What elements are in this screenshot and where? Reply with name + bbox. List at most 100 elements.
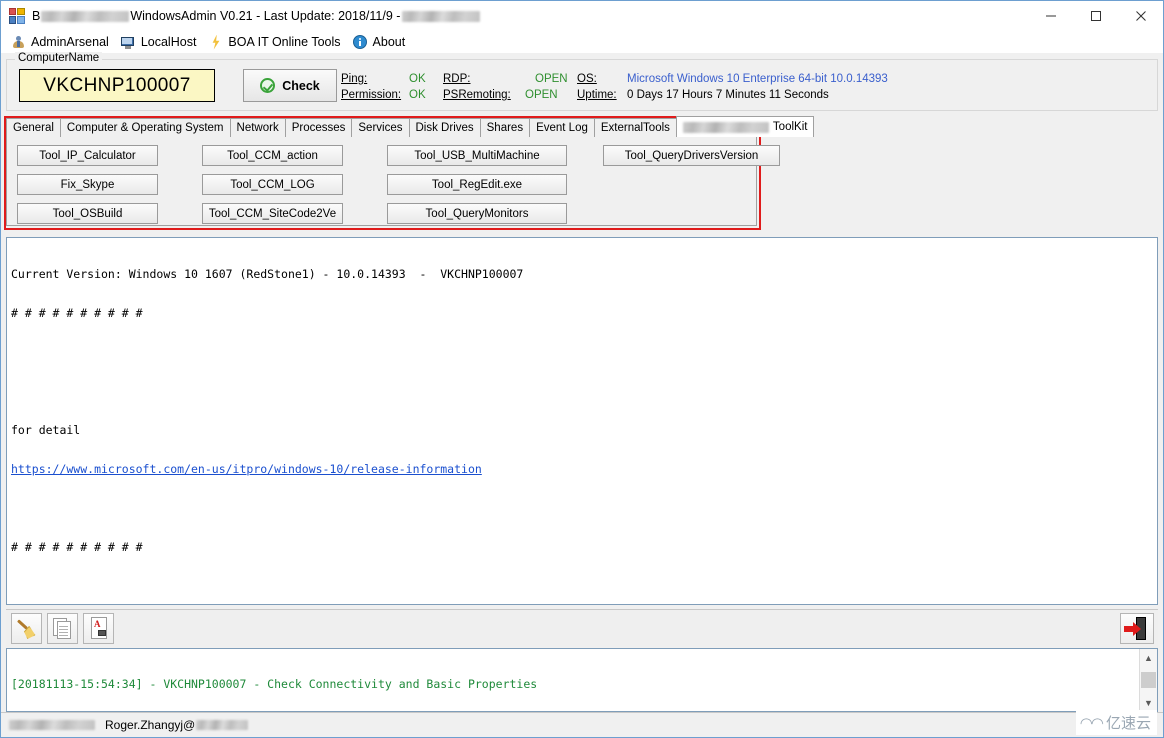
tab-label: ExternalTools — [600, 122, 670, 134]
export-output-button[interactable]: A — [83, 613, 114, 644]
output-line-link: https://www.microsoft.com/en-us/itpro/wi… — [11, 463, 1153, 476]
tab-computer-and-operating-system[interactable]: Computer & Operating System — [59, 118, 231, 137]
menu-bar: AdminArsenal LocalHost BOA IT Online Too… — [1, 31, 1163, 53]
ping-label: Ping: — [341, 73, 368, 85]
permission-label: Permission: — [341, 89, 402, 101]
tab-externaltools[interactable]: ExternalTools — [593, 118, 677, 137]
tab-label: ToolKit — [772, 121, 808, 133]
menu-item-label: AdminArsenal — [31, 35, 109, 49]
current-user-domain-redaction — [196, 720, 249, 730]
menu-item-label: About — [372, 35, 406, 49]
tab-shares[interactable]: Shares — [479, 118, 531, 137]
tab-network[interactable]: Network — [229, 118, 286, 137]
tab-label: Event Log — [536, 122, 588, 134]
psremoting-label: PSRemoting: — [443, 89, 511, 101]
ping-value: OK — [409, 73, 426, 85]
check-button[interactable]: Check — [243, 69, 337, 102]
title-bar: B WindowsAdmin V0.21 - Last Update: 2018… — [1, 1, 1163, 31]
tab-strip: General Computer & Operating System Netw… — [6, 116, 815, 137]
close-icon[interactable] — [1118, 1, 1163, 31]
toolkit-region: General Computer & Operating System Netw… — [4, 116, 815, 231]
log-panel[interactable]: [20181113-15:54:34] - VKCHNP100007 - Che… — [6, 648, 1158, 712]
menu-item-localhost[interactable]: LocalHost — [119, 32, 207, 52]
output-line: # # # # # # # # # # — [11, 306, 143, 320]
person-icon — [11, 35, 26, 50]
copy-output-button[interactable] — [47, 613, 78, 644]
computername-groupbox: ComputerName VKCHNP100007 Check Ping: OK… — [6, 52, 1158, 111]
tab-label: Processes — [291, 122, 346, 134]
output-text: Current Version: Windows 10 1607 (RedSto… — [7, 238, 1157, 580]
output-panel[interactable]: Current Version: Windows 10 1607 (RedSto… — [6, 237, 1158, 605]
output-toolbar: A — [6, 609, 1158, 647]
computer-name-input[interactable]: VKCHNP100007 — [19, 69, 215, 102]
tab-disk-drives[interactable]: Disk Drives — [408, 118, 481, 137]
tool-button-usb-multimachine[interactable]: Tool_USB_MultiMachine — [387, 145, 567, 166]
tool-button-ccm-action[interactable]: Tool_CCM_action — [202, 145, 343, 166]
os-value: Microsoft Windows 10 Enterprise 64-bit 1… — [627, 73, 888, 85]
menu-item-adminarsenal[interactable]: AdminArsenal — [9, 32, 119, 52]
computername-legend: ComputerName — [15, 52, 103, 64]
menu-item-about[interactable]: About — [351, 32, 416, 52]
check-button-label: Check — [282, 78, 320, 93]
menu-item-label: LocalHost — [140, 35, 197, 49]
watermark-text: 亿速云 — [1105, 715, 1151, 732]
menu-item-label: BOA IT Online Tools — [228, 35, 341, 49]
window-title: B WindowsAdmin V0.21 - Last Update: 2018… — [32, 9, 481, 23]
window-title-main: WindowsAdmin V0.21 - Last Update: 2018/1… — [130, 9, 401, 23]
output-line: for detail — [11, 423, 81, 437]
tab-services[interactable]: Services — [351, 118, 410, 137]
tab-label-redaction — [682, 121, 769, 133]
cloud-icon: ◠◠ — [1079, 714, 1104, 732]
tool-button-querymonitors[interactable]: Tool_QueryMonitors — [387, 203, 567, 224]
scroll-up-icon[interactable]: ▲ — [1140, 649, 1157, 666]
rdp-label: RDP: — [443, 73, 471, 85]
monitor-icon — [120, 35, 136, 50]
os-label: OS: — [577, 73, 597, 85]
tab-label: Services — [358, 122, 403, 134]
menu-item-boa-it-online-tools[interactable]: BOA IT Online Tools — [206, 32, 350, 52]
scroll-down-icon[interactable]: ▼ — [1140, 694, 1157, 711]
check-circle-icon — [260, 78, 276, 93]
watermark: ◠◠ 亿速云 — [1075, 710, 1157, 735]
scrollbar-thumb[interactable] — [1141, 672, 1156, 688]
bolt-icon — [208, 34, 223, 50]
release-information-link[interactable]: https://www.microsoft.com/en-us/itpro/wi… — [11, 462, 482, 476]
tab-event-log[interactable]: Event Log — [529, 118, 595, 137]
tool-button-fix-skype[interactable]: Fix_Skype — [17, 174, 158, 195]
tool-button-ccm-sitecode2ve[interactable]: Tool_CCM_SiteCode2Ve — [202, 203, 343, 224]
tab-toolkit[interactable]: ToolKit — [675, 116, 815, 137]
tool-button-ip-calculator[interactable]: Tool_IP_Calculator — [17, 145, 158, 166]
app-icon — [9, 8, 25, 24]
clear-output-button[interactable] — [11, 613, 42, 644]
tab-general[interactable]: General — [6, 118, 61, 137]
tool-button-regedit[interactable]: Tool_RegEdit.exe — [387, 174, 567, 195]
log-scrollbar[interactable]: ▲ ▼ — [1139, 649, 1157, 711]
tab-label: General — [13, 122, 54, 134]
window-title-redaction-1 — [41, 10, 130, 22]
window-controls — [1028, 1, 1163, 31]
tool-button-querydriversversion[interactable]: Tool_QueryDriversVersion — [603, 145, 780, 166]
log-line: [20181113-15:54:34] - VKCHNP100007 - Che… — [11, 677, 538, 691]
minimize-icon[interactable] — [1028, 1, 1073, 31]
window-title-prefix: B — [32, 9, 41, 23]
tab-label: Network — [236, 122, 279, 134]
maximize-icon[interactable] — [1073, 1, 1118, 31]
uptime-label: Uptime: — [577, 89, 617, 101]
exit-button[interactable] — [1120, 613, 1154, 644]
connectivity-status: Ping: OK RDP: OPEN Permission: OK PSRemo… — [341, 71, 571, 103]
output-line: Current Version: Windows 10 1607 (RedSto… — [11, 267, 524, 281]
tool-button-grid: Tool_IP_Calculator Tool_CCM_action Tool_… — [17, 141, 780, 228]
toolkit-tab-page: Tool_IP_Calculator Tool_CCM_action Tool_… — [6, 136, 780, 226]
current-user: Roger.Zhangyj@ — [105, 718, 249, 732]
status-bar-redaction — [9, 720, 95, 730]
rdp-value: OPEN — [535, 73, 568, 85]
output-line: # # # # # # # # # # — [11, 540, 143, 554]
tool-button-osbuild[interactable]: Tool_OSBuild — [17, 203, 158, 224]
tool-button-ccm-log[interactable]: Tool_CCM_LOG — [202, 174, 343, 195]
scrollbar-track[interactable] — [1140, 666, 1157, 694]
tab-processes[interactable]: Processes — [284, 118, 353, 137]
permission-value: OK — [409, 89, 426, 101]
